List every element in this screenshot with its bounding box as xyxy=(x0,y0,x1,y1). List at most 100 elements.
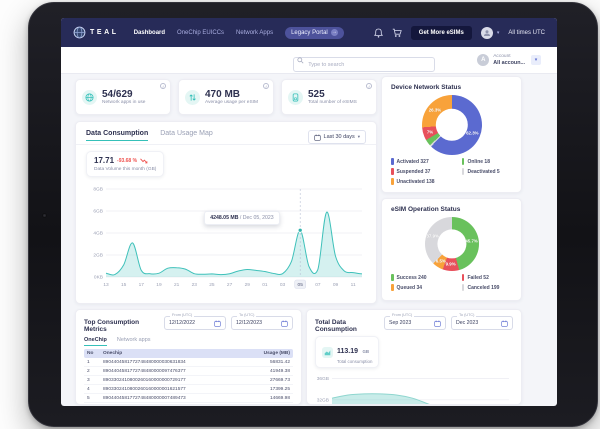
calendar-icon xyxy=(434,320,441,327)
cell-no: 4 xyxy=(87,386,90,392)
consumption-chart-wrap: 0KB 2GB 4GB 6GB 8GB 13 15 17 19 21 23 25 27 29 01 03 05 0… xyxy=(86,181,366,293)
account-selector[interactable]: A Account All accoun... xyxy=(477,54,525,67)
donut-percent-label: 9.9% xyxy=(445,261,456,267)
metric-value: 113.19 xyxy=(337,348,359,355)
brand-logo[interactable]: TEAL xyxy=(73,26,119,39)
kpi-row: 54/629 Network apps in use i 470 MB Averag… xyxy=(75,79,377,115)
svg-text:01: 01 xyxy=(262,282,268,288)
total-consumption-metric: 113.19 GB Total consumption xyxy=(315,336,380,368)
legend-swatch xyxy=(391,284,394,291)
date-field-label: To (UTC) xyxy=(457,313,477,318)
search-box[interactable] xyxy=(293,53,436,72)
tab-network-apps[interactable]: Network apps xyxy=(117,337,151,346)
nav-onechip-euiccs[interactable]: OneChip EUICCs xyxy=(177,30,224,36)
svg-text:36GB: 36GB xyxy=(317,376,329,382)
search-icon xyxy=(297,56,304,63)
donut-percent-label: 37.9% xyxy=(426,233,439,239)
table-row: 3 8903302410800260160000000729177 27669.73 xyxy=(84,376,293,385)
legend-swatch xyxy=(461,284,465,291)
avatar-caret-icon[interactable]: ▾ xyxy=(497,30,500,36)
legend-item: Unactivated 138 xyxy=(391,178,460,185)
metric-label: Total consumption xyxy=(337,359,373,364)
tooltip-date: / Dec 05, 2023 xyxy=(238,215,274,222)
nav-dashboard[interactable]: Dashboard xyxy=(134,30,165,36)
legend-swatch xyxy=(391,274,394,281)
legend-swatch xyxy=(461,158,465,165)
date-field-label: From (UTC) xyxy=(170,313,195,318)
metric-label: Data Volume this month (GB) xyxy=(94,167,157,172)
info-icon[interactable]: i xyxy=(366,83,372,89)
cell-usage: 41949.38 xyxy=(269,368,290,374)
svg-text:6GB: 6GB xyxy=(93,209,103,215)
date-field-value: 12/12/2023 xyxy=(236,320,262,326)
tab-data-consumption[interactable]: Data Consumption xyxy=(86,130,149,141)
legacy-portal-label: Legacy Portal xyxy=(291,29,328,36)
transfer-icon xyxy=(185,89,200,105)
page-background: TEAL Dashboard OneChip EUICCs Network Ap… xyxy=(0,0,600,429)
legend-item: Suspended 37 xyxy=(391,168,460,175)
svg-text:11: 11 xyxy=(351,282,356,288)
info-icon[interactable]: i xyxy=(160,83,166,89)
tab-onechip[interactable]: OneChip xyxy=(84,337,107,346)
legend-swatch xyxy=(391,178,394,185)
cell-usage: 14669.98 xyxy=(269,395,290,401)
legend-swatch xyxy=(391,168,394,175)
calendar-icon xyxy=(501,320,508,327)
cart-icon[interactable] xyxy=(392,28,402,38)
legend-item: Canceled 199 xyxy=(461,284,514,291)
tab-data-usage-map[interactable]: Data Usage Map xyxy=(160,130,213,140)
legend-item: Success 240 xyxy=(391,274,460,281)
donut-percent-label: 7% xyxy=(426,129,434,135)
column-usage: Usage (MB) xyxy=(263,351,290,356)
timezone-label: All times UTC xyxy=(508,29,545,36)
cell-no: 1 xyxy=(87,359,90,365)
bell-icon[interactable] xyxy=(373,28,383,38)
globe-logo-icon xyxy=(73,26,86,39)
kpi-network-apps: 54/629 Network apps in use i xyxy=(75,79,171,115)
svg-text:23: 23 xyxy=(192,282,198,288)
table-header: No Onechip Usage (MB) xyxy=(84,349,293,358)
external-arrow-icon: → xyxy=(330,29,338,36)
svg-text:03: 03 xyxy=(280,282,286,288)
legend-item: Activated 327 xyxy=(391,158,460,165)
calendar-icon xyxy=(214,320,221,327)
nav-network-apps[interactable]: Network Apps xyxy=(236,30,273,36)
date-field-label: From (UTC) xyxy=(390,313,415,318)
search-input[interactable] xyxy=(293,57,436,72)
svg-text:32GB: 32GB xyxy=(317,398,329,404)
to-date-field[interactable]: To (UTC) Dec 2023 xyxy=(451,313,513,330)
top-consumption-metrics-card: Top Consumption Metrics From (UTC) 12/12… xyxy=(75,309,302,405)
device-status-donut: 62.3% 7% 26.3% xyxy=(421,95,482,155)
divider xyxy=(76,144,376,145)
esim-status-donut: 45.7% 9.9% 6.5% 37.9% xyxy=(424,217,479,271)
card-title: Total Data Consumption xyxy=(315,319,357,333)
date-field-value: 12/12/2022 xyxy=(169,320,195,326)
date-range-dropdown[interactable]: Last 30 days ▾ xyxy=(307,130,366,144)
to-date-field[interactable]: To (UTC) 12/12/2023 xyxy=(231,313,293,330)
legend-label: Deactivated 5 xyxy=(467,168,500,175)
info-icon[interactable]: i xyxy=(263,83,269,89)
chevron-down-icon: ▾ xyxy=(357,134,360,139)
table-row: 5 8904404581772748480000007489473 14669.98 xyxy=(84,394,293,403)
cell-onechip: 8904404581772748480000030631834 xyxy=(103,359,186,365)
user-avatar[interactable] xyxy=(480,26,493,39)
date-range-value: Last 30 days xyxy=(323,134,355,140)
account-caret-icon[interactable]: ▾ xyxy=(531,55,541,65)
tablet-frame: TEAL Dashboard OneChip EUICCs Network Ap… xyxy=(28,2,598,427)
table-row: 2 8904404581772748480000097476377 41949.38 xyxy=(84,367,293,376)
nav-legacy-portal[interactable]: Legacy Portal → xyxy=(285,26,344,39)
kpi-value: 525 xyxy=(308,89,325,100)
from-date-field[interactable]: From (UTC) 12/12/2022 xyxy=(164,313,226,330)
get-more-esims-button[interactable]: Get More eSIMs xyxy=(410,25,472,40)
cell-usage: 17399.25 xyxy=(269,386,290,392)
from-date-field[interactable]: From (UTC) Sep 2023 xyxy=(384,313,446,330)
legend-label: Suspended 37 xyxy=(396,168,431,175)
tooltip-value: 4248.05 MB xyxy=(210,215,239,222)
svg-text:0KB: 0KB xyxy=(94,275,103,281)
table-row: 1 8904404581772748480000030631834 56831.42 xyxy=(84,358,293,367)
kpi-label: Network apps in use xyxy=(102,100,146,105)
legend-swatch xyxy=(461,168,465,175)
date-field-label: To (UTC) xyxy=(237,313,257,318)
donut-percent-label: 26.3% xyxy=(428,107,442,113)
metrics-tabs: OneChip Network apps xyxy=(84,337,293,346)
